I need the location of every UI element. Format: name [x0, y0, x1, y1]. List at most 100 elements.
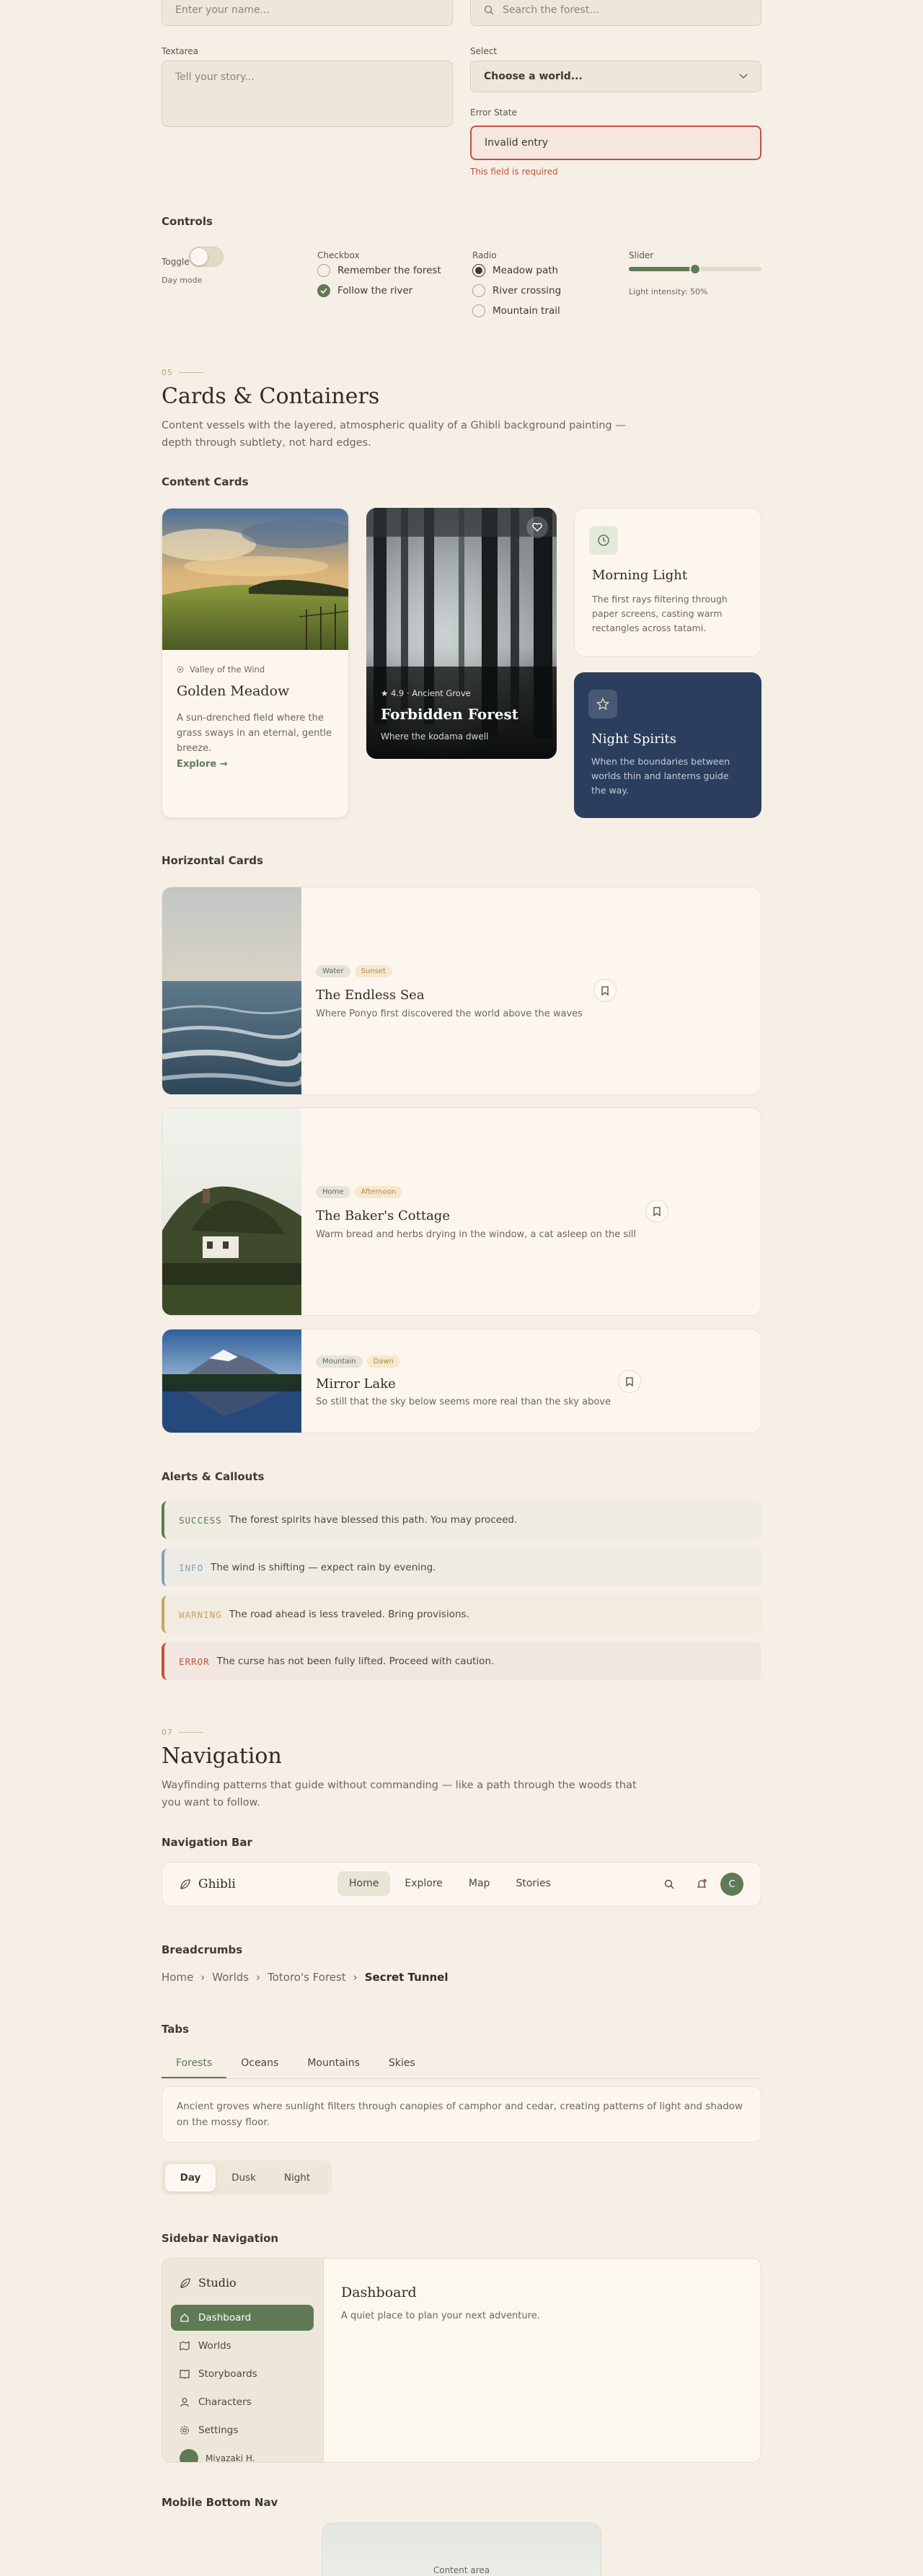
world-select[interactable]: Choose a world...: [470, 61, 761, 92]
night-spirits-card[interactable]: Night Spirits When the boundaries betwee…: [574, 672, 761, 818]
cottage-title: The Baker's Cottage: [316, 1208, 450, 1223]
golden-meadow-card[interactable]: Valley of the Wind Golden Meadow A sun-d…: [162, 508, 349, 818]
slider-label: Slider: [629, 250, 654, 260]
brand[interactable]: Ghibli: [180, 1877, 236, 1891]
mobile-frame: Content area: [322, 2523, 601, 2576]
checkbox-text: Follow the river: [337, 285, 413, 296]
gear-icon: [180, 2425, 190, 2435]
avatar[interactable]: C: [720, 1873, 743, 1896]
nav-link-map[interactable]: Map: [457, 1871, 502, 1896]
section-description: Content vessels with the layered, atmosp…: [162, 420, 626, 449]
controls-title: Controls: [162, 215, 213, 228]
lake-text: So still that the sky below seems more r…: [316, 1397, 611, 1407]
sidebar: Studio Dashboard Worlds Storyboards Char…: [162, 2259, 324, 2462]
sidebar-user[interactable]: Miyazaki H.: [180, 2449, 255, 2462]
sidebar-item-label: Settings: [198, 2425, 239, 2436]
toggle-caption: Day mode: [162, 276, 203, 285]
lake-title: Mirror Lake: [316, 1376, 396, 1392]
sidebar-item-storyboards[interactable]: Storyboards: [171, 2361, 314, 2387]
checkbox-text: Remember the forest: [337, 265, 441, 276]
sea-image: [162, 887, 301, 1094]
sea-text: Where Ponyo first discovered the world a…: [316, 1008, 583, 1019]
segmented-control: Day Dusk Night: [162, 2160, 332, 2195]
mirror-lake-card[interactable]: Mountain Dawn Mirror Lake So still that t…: [162, 1329, 761, 1433]
sidebar-item-worlds[interactable]: Worlds: [171, 2333, 314, 2359]
search-icon[interactable]: [664, 1879, 674, 1889]
favorite-button[interactable]: [526, 516, 548, 538]
sea-body: Water Sunset The Endless Sea Where Ponyo …: [316, 962, 583, 1019]
breadcrumbs-title: Breadcrumbs: [162, 1943, 243, 1956]
tab-oceans[interactable]: Oceans: [226, 2050, 293, 2078]
explore-link[interactable]: Explore →: [177, 759, 228, 770]
bookmark-button[interactable]: [645, 1200, 668, 1223]
bookmark-icon: [653, 1206, 661, 1216]
home-icon: [180, 2313, 190, 2323]
sidebar-item-label: Storyboards: [198, 2368, 257, 2380]
sidebar-item-characters[interactable]: Characters: [171, 2389, 314, 2415]
story-textarea[interactable]: Tell your story...: [162, 61, 453, 127]
radio-river[interactable]: River crossing: [472, 284, 561, 297]
section-number: 05: [162, 368, 203, 377]
alerts-title: Alerts & Callouts: [162, 1470, 265, 1483]
sidebar-brand[interactable]: Studio: [180, 2276, 237, 2290]
textarea-label: Textarea: [162, 46, 199, 56]
tab-skies[interactable]: Skies: [374, 2050, 430, 2078]
alert-success: SUCCESS The forest spirits have blessed t…: [162, 1501, 761, 1539]
alert-code: ERROR: [179, 1656, 210, 1667]
name-placeholder: Enter your name...: [175, 4, 270, 16]
breadcrumb-home[interactable]: Home: [162, 1971, 193, 1984]
navigation-bar: Ghibli Home Explore Map Stories C: [162, 1862, 761, 1907]
nav-link-home[interactable]: Home: [337, 1871, 391, 1896]
sidebar-item-dashboard[interactable]: Dashboard: [171, 2305, 314, 2331]
tab-mountains[interactable]: Mountains: [293, 2050, 374, 2078]
morning-light-card[interactable]: Morning Light The first rays filtering t…: [574, 508, 761, 656]
breadcrumb-current: Secret Tunnel: [364, 1971, 449, 1984]
leaf-icon: [180, 2277, 191, 2289]
alert-text: The wind is shifting — expect rain by ev…: [211, 1562, 436, 1573]
bakers-cottage-card[interactable]: Home Afternoon The Baker's Cottage Warm b…: [162, 1107, 761, 1316]
bookmark-icon: [601, 985, 609, 995]
breadcrumb-totoros-forest[interactable]: Totoro's Forest: [268, 1971, 346, 1984]
day-mode-toggle[interactable]: [189, 247, 224, 267]
bookmark-button[interactable]: [618, 1370, 641, 1393]
forest-title: Forbidden Forest: [381, 705, 518, 723]
search-icon: [484, 5, 494, 15]
radio-meadow[interactable]: Meadow path: [472, 264, 558, 277]
forbidden-forest-card[interactable]: ★ 4.9 · Ancient Grove Forbidden Forest W…: [366, 508, 557, 759]
sea-title: The Endless Sea: [316, 988, 425, 1003]
radio-mountain[interactable]: Mountain trail: [472, 304, 560, 317]
endless-sea-card[interactable]: Water Sunset The Endless Sea Where Ponyo …: [162, 887, 761, 1095]
alert-info: INFO The wind is shifting — expect rain b…: [162, 1549, 761, 1586]
segment-day[interactable]: Day: [165, 2164, 216, 2192]
tab-forests[interactable]: Forests: [162, 2050, 227, 2078]
lake-body: Mountain Dawn Mirror Lake So still that t…: [316, 1353, 611, 1407]
name-input[interactable]: Enter your name...: [162, 0, 453, 26]
cottage-body: Home Afternoon The Baker's Cottage Warm b…: [316, 1183, 636, 1240]
alert-code: WARNING: [179, 1609, 222, 1620]
nav-link-explore[interactable]: Explore: [393, 1871, 454, 1896]
sidebar-brand-name: Studio: [198, 2276, 237, 2290]
check-icon: [317, 284, 330, 297]
pin-icon: [177, 666, 184, 673]
search-input[interactable]: Search the forest...: [470, 0, 761, 26]
bookmark-button[interactable]: [593, 979, 617, 1002]
morning-text: The first rays filtering through paper s…: [592, 594, 728, 633]
slider-thumb[interactable]: [689, 263, 701, 275]
tag-afternoon: Afternoon: [354, 1186, 403, 1198]
radio-dot: [472, 284, 485, 297]
sidebar-item-settings[interactable]: Settings: [171, 2417, 314, 2443]
segment-dusk[interactable]: Dusk: [218, 2164, 269, 2192]
section-description: Wayfinding patterns that guide without c…: [162, 1780, 637, 1808]
alert-text: The road ahead is less traveled. Bring p…: [229, 1609, 469, 1620]
light-slider[interactable]: [629, 263, 761, 275]
segment-night[interactable]: Night: [272, 2164, 322, 2192]
bell-icon[interactable]: [696, 1878, 707, 1890]
error-input[interactable]: Invalid entry: [470, 126, 761, 160]
nav-link-stories[interactable]: Stories: [504, 1871, 562, 1896]
nav-links: Home Explore Map Stories: [337, 1871, 562, 1896]
checkbox-follow[interactable]: Follow the river: [317, 284, 412, 297]
checkbox-remember[interactable]: Remember the forest: [317, 264, 441, 277]
breadcrumb-worlds[interactable]: Worlds: [212, 1971, 249, 1984]
breadcrumb: Home › Worlds › Totoro's Forest › Secret…: [162, 1971, 449, 1984]
chevron-right-icon: ›: [256, 1971, 261, 1984]
